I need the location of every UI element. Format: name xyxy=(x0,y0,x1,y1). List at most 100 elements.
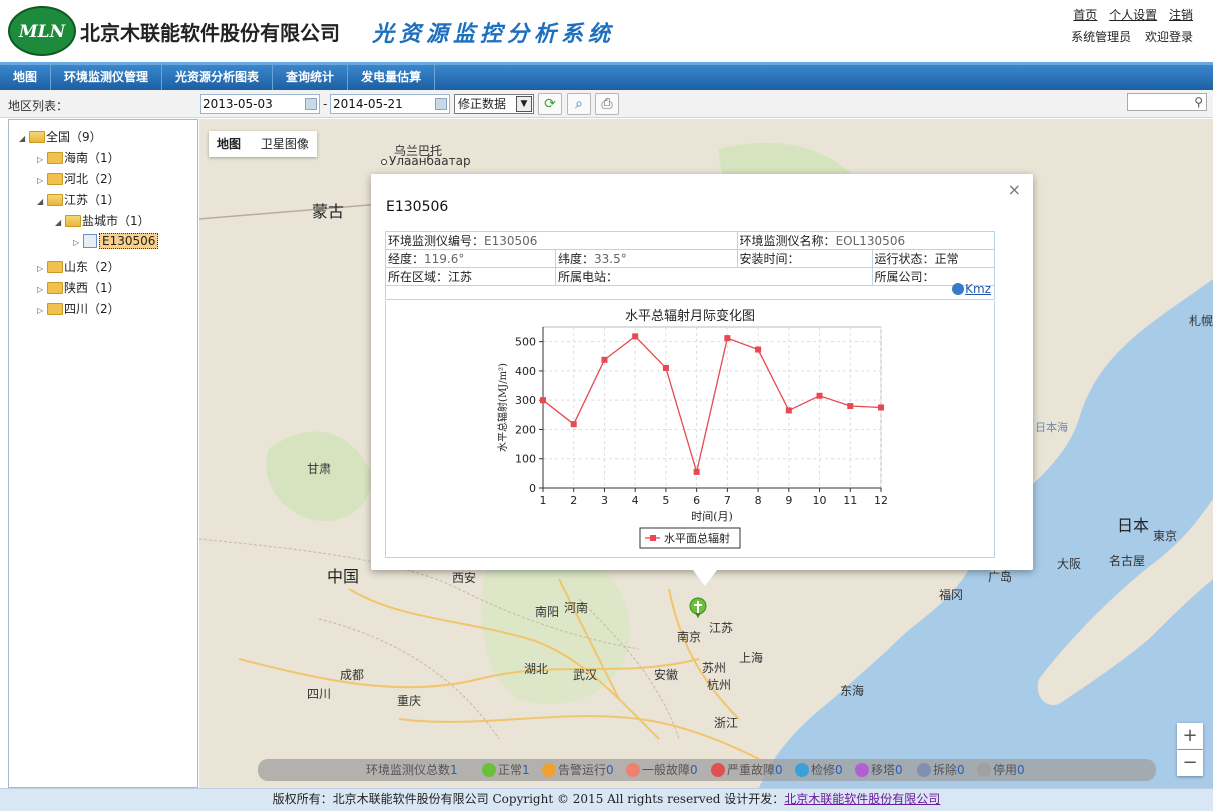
status-minor-fault[interactable]: 一般故障0 xyxy=(626,759,698,781)
start-date-value: 2013-05-03 xyxy=(203,97,273,111)
nav-analysis-charts[interactable]: 光资源分析图表 xyxy=(162,65,274,90)
tree-node-sichuan[interactable]: ▷ 四川（2） xyxy=(37,300,120,318)
popup-tail xyxy=(693,570,717,586)
tower-major-fault-icon xyxy=(711,763,725,777)
kmz-link[interactable]: Kmz xyxy=(965,282,991,296)
folder-icon xyxy=(47,261,63,273)
tree-label: 江苏（1） xyxy=(64,193,120,207)
legend-label: 水平面总辐射 xyxy=(664,531,730,545)
personal-settings-link[interactable]: 个人设置 xyxy=(1109,8,1157,22)
zoom-in-button[interactable]: + xyxy=(1177,723,1203,749)
x-tick-label: 6 xyxy=(693,494,700,507)
map-label: 东海 xyxy=(840,684,865,698)
data-point xyxy=(693,468,700,475)
home-link[interactable]: 首页 xyxy=(1073,8,1097,22)
nav-monitor-management[interactable]: 环境监测仪管理 xyxy=(51,65,163,90)
tree-node-shaanxi[interactable]: ▷ 陕西（1） xyxy=(37,279,120,297)
tree-node-hainan[interactable]: ▷ 海南（1） xyxy=(37,149,120,167)
logout-link[interactable]: 注销 xyxy=(1169,8,1193,22)
print-icon: ⎙ xyxy=(601,96,613,112)
start-date-input[interactable]: 2013-05-03 xyxy=(200,94,320,114)
search-icon[interactable]: ⚲ xyxy=(1194,95,1203,109)
refresh-button[interactable]: ⟳ xyxy=(538,93,562,115)
developer-link[interactable]: 北京木联能软件股份有限公司 xyxy=(784,792,940,806)
info-cell: 环境监测仪编号：E130506 xyxy=(385,231,738,250)
data-point xyxy=(632,333,639,340)
info-cell: 经度：119.6° xyxy=(385,249,556,268)
radiation-line-chart: 01002003004005001 2 3 4 5 6 7 8 9 10 11 12时间(月)水平总辐… xyxy=(496,326,888,549)
tree-node-e130506[interactable]: ▷ E130506 xyxy=(73,232,159,252)
collapsed-triangle-icon[interactable]: ▷ xyxy=(73,234,83,252)
map-label: 苏州 xyxy=(702,661,727,675)
zoom-out-button[interactable]: − xyxy=(1177,750,1203,776)
x-tick-label: 5 xyxy=(662,494,669,507)
chevron-down-icon[interactable]: ▼ xyxy=(516,96,532,112)
map-label: 成都 xyxy=(340,668,365,682)
info-cell: 安装时间： xyxy=(736,249,873,268)
data-point xyxy=(878,404,884,411)
tower-maintenance-icon xyxy=(795,763,809,777)
collapsed-triangle-icon[interactable]: ▷ xyxy=(37,151,47,169)
collapsed-triangle-icon[interactable]: ▷ xyxy=(37,281,47,299)
map-label: 札幌 xyxy=(1189,314,1213,328)
y-tick-label: 400 xyxy=(515,365,536,378)
expanded-triangle-icon[interactable]: ◢ xyxy=(55,214,65,232)
tab-map[interactable]: 地图 xyxy=(209,137,249,151)
company-name: 北京木联能软件股份有限公司 xyxy=(80,21,340,45)
nav-map[interactable]: 地图 xyxy=(0,65,52,90)
tree-node-jiangsu[interactable]: ◢ 江苏（1） xyxy=(37,191,120,209)
date-separator: - xyxy=(323,97,328,111)
main-nav: 地图 环境监测仪管理 光资源分析图表 查询统计 发电量估算 xyxy=(0,62,1213,90)
data-mode-select[interactable]: 修正数据 ▼ xyxy=(454,94,534,114)
device-icon xyxy=(83,234,97,248)
x-tick-label: 10 xyxy=(813,494,827,507)
tree-node-all[interactable]: ◢ 全国（9） xyxy=(19,128,102,146)
expanded-triangle-icon[interactable]: ◢ xyxy=(37,193,47,211)
status-removed[interactable]: 拆除0 xyxy=(917,759,965,781)
status-relocated[interactable]: 移塔0 xyxy=(855,759,903,781)
tree-node-shandong[interactable]: ▷ 山东（2） xyxy=(37,258,120,276)
map-label: 蒙古 xyxy=(312,202,345,221)
status-disabled[interactable]: 停用0 xyxy=(977,759,1025,781)
collapsed-triangle-icon[interactable]: ▷ xyxy=(37,260,47,278)
collapsed-triangle-icon[interactable]: ▷ xyxy=(37,172,47,190)
tower-removed-icon xyxy=(917,763,931,777)
y-tick-label: 200 xyxy=(515,423,536,436)
info-cell: 运行状态：正常 xyxy=(871,249,996,268)
tree-label: 河北（2） xyxy=(64,172,120,186)
tree-node-yancheng[interactable]: ◢ 盐城市（1） xyxy=(55,212,150,230)
status-maintenance[interactable]: 检修0 xyxy=(795,759,843,781)
end-date-input[interactable]: 2014-05-21 xyxy=(330,94,450,114)
tree-label: 盐城市（1） xyxy=(82,214,150,228)
map-search-input[interactable]: ⚲ xyxy=(1127,93,1207,111)
station-marker-icon[interactable] xyxy=(689,597,707,619)
calendar-icon[interactable] xyxy=(435,98,447,110)
data-point xyxy=(601,356,608,363)
calendar-icon[interactable] xyxy=(305,98,317,110)
tree-label-selected: E130506 xyxy=(99,233,159,249)
y-tick-label: 500 xyxy=(515,336,536,349)
tab-satellite[interactable]: 卫星图像 xyxy=(253,137,317,151)
nav-power-estimate[interactable]: 发电量估算 xyxy=(348,65,436,90)
map-label: 江苏 xyxy=(709,621,734,635)
close-button[interactable]: × xyxy=(1008,180,1021,199)
search-button[interactable]: ⌕ xyxy=(567,93,591,115)
station-info-table: 环境监测仪编号：E130506 环境监测仪名称：EOL130506 经度：119… xyxy=(385,231,996,286)
legend-marker xyxy=(650,535,656,541)
print-button[interactable]: ⎙ xyxy=(595,93,619,115)
data-point xyxy=(816,392,823,399)
expanded-triangle-icon[interactable]: ◢ xyxy=(19,130,29,148)
status-warning[interactable]: 告警运行0 xyxy=(542,759,614,781)
popup-title: E130506 xyxy=(386,199,449,215)
toolbar: 地区列表： 2013-05-03 - 2014-05-21 修正数据 ▼ ⟳ ⌕… xyxy=(0,90,1213,118)
user-role: 系统管理员 xyxy=(1071,30,1132,44)
tree-label: 山东（2） xyxy=(64,260,120,274)
nav-query-stats[interactable]: 查询统计 xyxy=(273,65,349,90)
status-bar: 环境监测仪总数1 正常1 告警运行0 一般故障0 严重故障0 检修0 移塔0 拆… xyxy=(258,759,1156,781)
status-normal[interactable]: 正常1 xyxy=(482,759,530,781)
map-label: 中国 xyxy=(327,567,360,586)
folder-open-icon xyxy=(65,215,81,227)
tree-node-hebei[interactable]: ▷ 河北（2） xyxy=(37,170,120,188)
collapsed-triangle-icon[interactable]: ▷ xyxy=(37,302,47,320)
status-major-fault[interactable]: 严重故障0 xyxy=(711,759,783,781)
